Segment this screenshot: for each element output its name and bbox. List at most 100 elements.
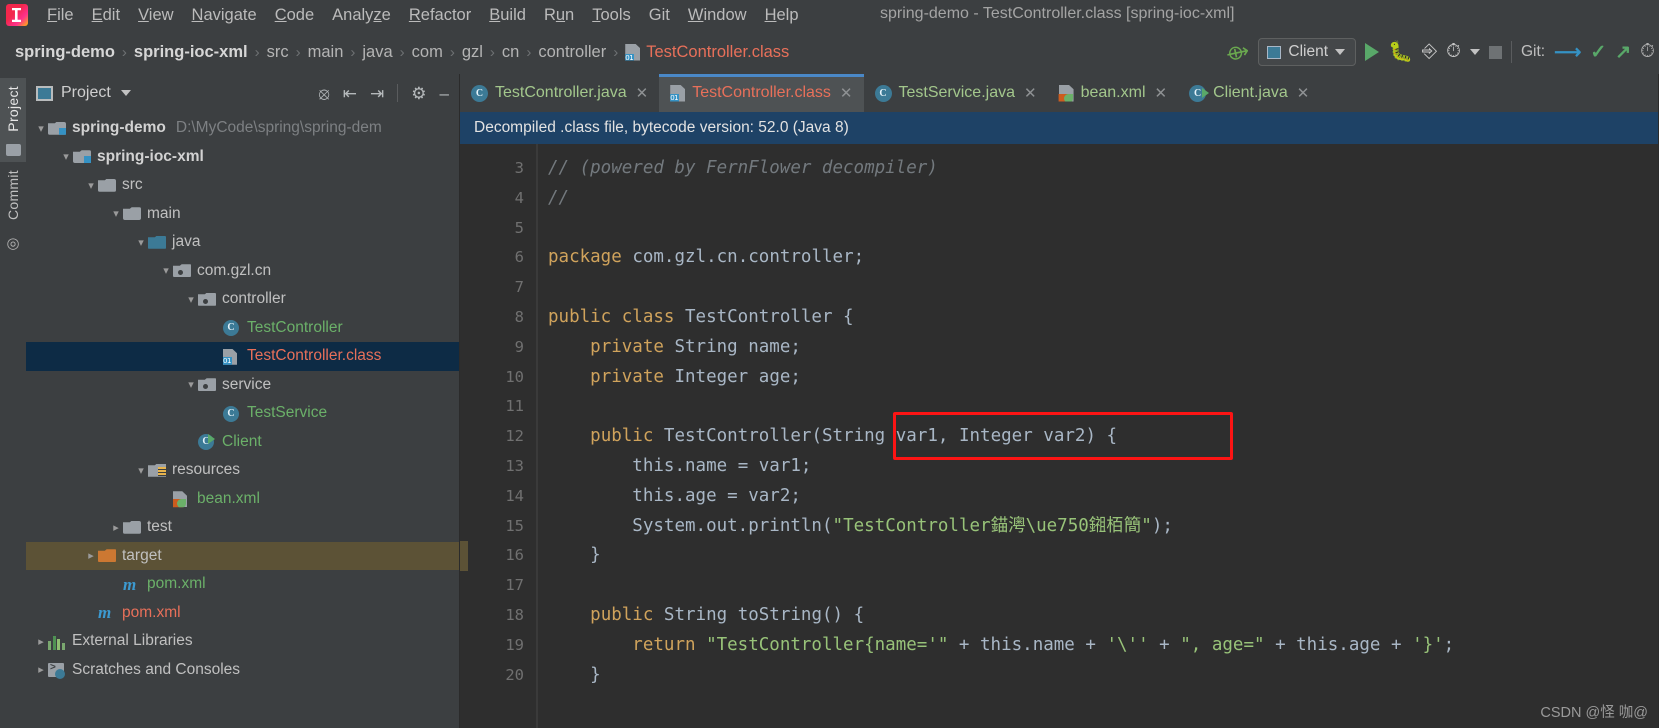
tree-node-bean-xml[interactable]: bean.xml [26,485,459,514]
profiler-chevron-down-icon[interactable] [1469,49,1480,55]
project-tree[interactable]: ▾ spring-demo D:\MyCode\spring\spring-dem ▾… [26,112,459,728]
run-configuration-selector[interactable]: Client [1258,38,1357,66]
tree-node-src[interactable]: ▾ src [26,171,459,200]
menu-item-git[interactable]: Git [640,4,679,27]
run-icon[interactable] [1365,43,1380,61]
menu-item-view[interactable]: View [129,4,182,27]
tree-node-scratches-and-consoles[interactable]: ▸ Scratches and Consoles [26,656,459,685]
menu-item-build[interactable]: Build [480,4,535,27]
menu-item-window[interactable]: Window [679,4,756,27]
sidebar-item-commit[interactable]: Commit [5,162,21,228]
chevron-right-icon[interactable]: ▸ [84,549,98,562]
intellij-logo-icon [6,4,28,26]
tree-node-com-gzl-cn[interactable]: ▾ com.gzl.cn [26,257,459,286]
editor-tab-bar: CTestController.java✕TestController.clas… [460,74,1658,112]
tree-node-testcontroller-class[interactable]: TestController.class [26,342,459,371]
tree-node-main[interactable]: ▾ main [26,200,459,229]
menu-item-help[interactable]: Help [756,4,808,27]
chevron-down-icon[interactable]: ▾ [134,236,148,249]
close-icon[interactable]: ✕ [840,84,853,102]
tree-node-testservice[interactable]: C TestService [26,399,459,428]
tree-node-client[interactable]: C Client [26,428,459,457]
chevron-down-icon[interactable]: ▾ [84,179,98,192]
class-file-icon [625,43,641,61]
module-folder-icon [73,148,91,165]
breadcrumb-item-spring-demo[interactable]: spring-demo [10,43,120,62]
breadcrumb-item-gzl[interactable]: gzl [457,43,488,62]
breadcrumb-item-controller[interactable]: controller [533,43,611,62]
close-icon[interactable]: ✕ [1155,84,1168,102]
tree-node-controller[interactable]: ▾ controller [26,285,459,314]
locate-icon[interactable]: ⦻ [319,85,330,102]
close-icon[interactable]: ✕ [1297,84,1310,102]
chevron-down-icon[interactable]: ▾ [184,378,198,391]
tree-node-test[interactable]: ▸ test [26,513,459,542]
git-commit-icon[interactable]: ✓ [1590,41,1606,64]
editor-tab-label: TestService.java [898,84,1016,101]
sidebar-item-project[interactable]: Project [5,78,21,140]
stop-icon[interactable] [1488,45,1502,59]
menu-item-analyze[interactable]: Analyze [323,4,400,27]
run-config-icon [1267,45,1282,59]
chevron-right-icon[interactable]: ▸ [34,663,48,676]
breadcrumb-item-src[interactable]: src [262,43,294,62]
menu-item-run[interactable]: Run [535,4,583,27]
tree-node-pom-xml[interactable]: m pom.xml [26,599,459,628]
tree-node-external-libraries[interactable]: ▸ External Libraries [26,627,459,656]
tree-node-spring-demo[interactable]: ▾ spring-demo D:\MyCode\spring\spring-dem [26,114,459,143]
code-content[interactable]: // (powered by FernFlower decompiler)// … [538,144,1658,728]
chevron-down-icon[interactable]: ▾ [159,264,173,277]
breadcrumb-item-main[interactable]: main [303,43,349,62]
chevron-right-icon[interactable]: ▸ [109,521,123,534]
chevron-down-icon[interactable]: ▾ [184,293,198,306]
git-history-icon[interactable]: ⏱ [1640,41,1655,63]
profiler-icon[interactable]: ⏱ [1446,41,1461,63]
breadcrumb-item-java[interactable]: java [357,43,397,62]
code-viewport[interactable]: 3 4 5 6 7 8 9 10 11 12 13 14 15 16 17 18 19 20 // (powere… [460,144,1658,728]
menu-item-code[interactable]: Code [266,4,323,27]
menu-item-navigate[interactable]: Navigate [183,4,266,27]
git-push-icon[interactable]: ↗ [1615,41,1631,64]
build-icon[interactable]: ⟴ [1224,37,1252,66]
tree-node-resources[interactable]: ▾ resources [26,456,459,485]
breadcrumb-item-spring-ioc-xml[interactable]: spring-ioc-xml [129,43,253,62]
menu-item-file[interactable]: File [38,4,83,27]
tree-node-service[interactable]: ▾ service [26,371,459,400]
chevron-down-icon[interactable]: ▾ [109,207,123,220]
coverage-icon[interactable]: ⎆ [1422,41,1437,63]
tree-node-java[interactable]: ▾ java [26,228,459,257]
menu-item-edit[interactable]: Edit [83,4,129,27]
debug-icon[interactable]: 🐛 [1388,42,1413,62]
collapse-all-icon[interactable]: ⇥ [370,85,384,102]
chevron-down-icon[interactable]: ▾ [34,122,48,135]
editor-tab-client-java[interactable]: C Client.java ✕ [1178,74,1320,112]
breadcrumb-item-cn[interactable]: cn [497,43,524,62]
hide-icon[interactable]: – [440,85,449,102]
menu-item-tools[interactable]: Tools [583,4,640,27]
project-view-chevron-down-icon[interactable] [120,90,131,96]
git-update-icon[interactable]: ⟶ [1554,41,1581,64]
menu-item-refactor[interactable]: Refactor [400,4,480,27]
close-icon[interactable]: ✕ [636,84,649,102]
editor-tab-testcontroller-class[interactable]: TestController.class ✕ [659,74,864,112]
tree-node-spring-ioc-xml[interactable]: ▾ spring-ioc-xml [26,143,459,172]
breadcrumb-item-com[interactable]: com [407,43,448,62]
breadcrumb-separator: › [489,43,495,61]
tree-node-pom-xml[interactable]: m pom.xml [26,570,459,599]
editor-tab-testcontroller-java[interactable]: C TestController.java ✕ [460,74,659,112]
editor-tab-testservice-java[interactable]: C TestService.java ✕ [864,74,1048,112]
close-icon[interactable]: ✕ [1024,84,1037,102]
line-number: 12 [505,427,524,446]
chevron-down-icon[interactable]: ▾ [134,464,148,477]
tree-node-target[interactable]: ▸ target [26,541,459,570]
editor-tab-bean-xml[interactable]: bean.xml ✕ [1048,74,1179,112]
gear-icon[interactable]: ⚙ [411,85,426,102]
chevron-down-icon[interactable]: ▾ [59,150,73,163]
breadcrumb-item-testcontroller-class[interactable]: TestController.class [620,43,794,62]
tree-node-testcontroller[interactable]: C TestController [26,314,459,343]
line-number: 20 [505,665,524,684]
project-view-icon [36,85,53,101]
expand-all-icon[interactable]: ⇤ [343,85,357,102]
chevron-right-icon[interactable]: ▸ [34,635,48,648]
